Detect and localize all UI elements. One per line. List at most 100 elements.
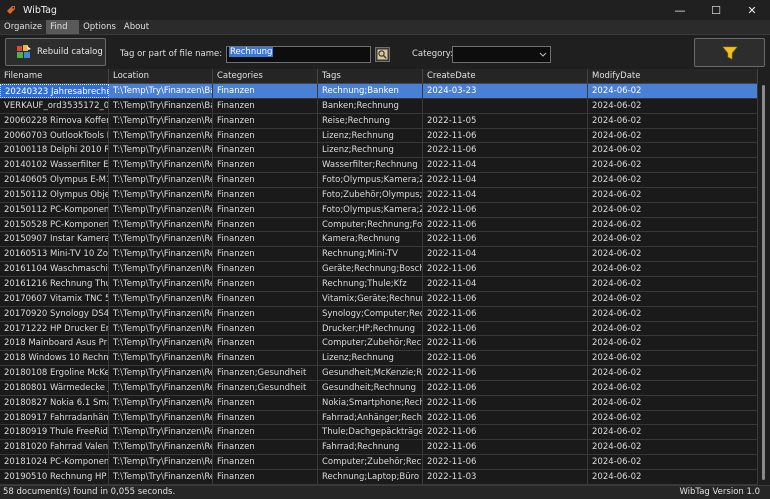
cell-tags: Foto;Olympus;Kamera;Zube	[318, 202, 423, 217]
menu-find[interactable]: Find	[46, 20, 80, 34]
cell-location: T:\Temp\Try\Finanzen\Rechi	[109, 351, 213, 366]
cell-filename: 20150907 Instar Kameras Re	[0, 232, 109, 247]
table-row[interactable]: 20150907 Instar Kameras ReT:\Temp\Try\Fi…	[0, 232, 758, 248]
cell-modifydate: 2024-06-02	[588, 351, 758, 366]
cell-categories: Finanzen	[213, 113, 318, 128]
table-row[interactable]: 20161104 Waschmaschine VT:\Temp\Try\Fina…	[0, 262, 758, 277]
menu-options[interactable]: Options	[79, 20, 120, 34]
filter-icon	[721, 46, 738, 59]
cell-location: T:\Temp\Try\Finanzen\Rechi	[109, 291, 213, 306]
cell-tags: Foto;Zubehör;Olympus;Com	[318, 187, 423, 202]
table-row[interactable]: 20180108 Ergoline McKenziT:\Temp\Try\Fin…	[0, 366, 758, 381]
table-row[interactable]: 20150112 PC-KomponenterT:\Temp\Try\Finan…	[0, 202, 758, 218]
table-row[interactable]: VERKAUF_ord3535172_001_T:\Temp\Try\Finan…	[0, 98, 758, 114]
cell-createdate: 2022-11-03	[423, 469, 588, 484]
table-row[interactable]: 20150112 Olympus ObjektivT:\Temp\Try\Fin…	[0, 187, 758, 203]
cell-categories: Finanzen	[213, 128, 318, 143]
table-row[interactable]: 20160513 Mini-TV 10 Zoll RT:\Temp\Try\Fi…	[0, 247, 758, 263]
filter-button[interactable]	[694, 38, 765, 67]
column-header-createdate[interactable]: CreateDate	[423, 69, 588, 84]
table-row[interactable]: 20171222 HP Drucker Envy IT:\Temp\Try\Fi…	[0, 321, 758, 337]
cell-filename: 20150112 Olympus Objektiv	[0, 187, 109, 202]
cell-categories: Finanzen	[213, 84, 318, 98]
cell-modifydate: 2024-06-02	[588, 173, 758, 188]
table-row[interactable]: 20240323 JahresabrechnungT:\Temp\Try\Fin…	[0, 84, 758, 99]
cell-createdate: 2022-11-06	[423, 128, 588, 143]
cell-tags: Fahrrad;Anhänger;Rechnung	[318, 410, 423, 425]
cell-modifydate: 2024-06-02	[588, 276, 758, 291]
table-row[interactable]: 2018 Windows 10 RechnungT:\Temp\Try\Fina…	[0, 351, 758, 367]
table-row[interactable]: 20180917 FahrradanhängerT:\Temp\Try\Fina…	[0, 410, 758, 426]
table-row[interactable]: 20180827 Nokia 6.1 SmartpT:\Temp\Try\Fin…	[0, 395, 758, 411]
menu-organize[interactable]: Organize	[0, 20, 46, 34]
cell-location: T:\Temp\Try\Finanzen\Rechi	[109, 366, 213, 381]
table-row[interactable]: 20190510 Rechnung HP EnvT:\Temp\Try\Fina…	[0, 469, 758, 485]
table-row[interactable]: 20180801 Wärmedecke JadiT:\Temp\Try\Fina…	[0, 380, 758, 396]
rebuild-catalog-button[interactable]: Rebuild catalog	[5, 38, 106, 66]
table-row[interactable]: 20181024 PC-KomponenterT:\Temp\Try\Finan…	[0, 455, 758, 470]
cell-createdate: 2022-11-06	[423, 321, 588, 336]
cell-filename: 20140605 Olympus E-M1 ui	[0, 173, 109, 188]
search-button[interactable]	[375, 47, 390, 62]
cell-location: T:\Temp\Try\Finanzen\Rechi	[109, 187, 213, 202]
cell-createdate: 2022-11-06	[423, 425, 588, 440]
cell-location: T:\Temp\Try\Finanzen\Rechi	[109, 321, 213, 336]
column-header-modifydate[interactable]: ModifyDate	[588, 69, 758, 84]
close-button[interactable]: ✕	[734, 0, 770, 20]
table-row[interactable]: 20140102 Wasserfilter ElemT:\Temp\Try\Fi…	[0, 158, 758, 174]
column-header-filename[interactable]: Filename	[0, 69, 109, 84]
cell-createdate: 2022-11-06	[423, 336, 588, 351]
column-header-categories[interactable]: Categories	[213, 69, 318, 84]
cell-categories: Finanzen	[213, 158, 318, 173]
table-row[interactable]: 20060703 OutlookTools RecT:\Temp\Try\Fin…	[0, 128, 758, 144]
cell-modifydate: 2024-06-02	[588, 395, 758, 410]
cell-tags: Geräte;Rechnung;Bosch	[318, 262, 423, 277]
category-label: Category:	[412, 49, 454, 59]
cell-createdate: 2022-11-04	[423, 187, 588, 202]
maximize-button[interactable]: ☐	[698, 0, 734, 20]
cell-modifydate: 2024-06-02	[588, 143, 758, 158]
vertical-scrollbar[interactable]	[758, 69, 770, 485]
column-header-tags[interactable]: Tags	[318, 69, 423, 84]
cell-location: T:\Temp\Try\Finanzen\Rechi	[109, 455, 213, 470]
cell-tags: Nokia;Smartphone;Rechnun	[318, 395, 423, 410]
table-row[interactable]: 20060228 Rimova Koffer.pdT:\Temp\Try\Fin…	[0, 113, 758, 129]
cell-categories: Finanzen	[213, 98, 318, 113]
table-row[interactable]: 20170607 Vitamix TNC 5200T:\Temp\Try\Fin…	[0, 291, 758, 307]
window-title: WibTag	[23, 4, 57, 16]
cell-tags: Rechnung;Mini-TV	[318, 247, 423, 262]
table-row[interactable]: 20150528 PC-KomponenterT:\Temp\Try\Finan…	[0, 217, 758, 233]
table-row[interactable]: 20140605 Olympus E-M1 uiT:\Temp\Try\Fina…	[0, 173, 758, 188]
find-toolbar: Rebuild catalog Tag or part of file name…	[0, 34, 770, 69]
table-row[interactable]: 20170920 Synology DS418jT:\Temp\Try\Fina…	[0, 306, 758, 322]
table-row[interactable]: 20181020 Fahrrad Valentin FT:\Temp\Try\F…	[0, 440, 758, 456]
cell-tags: Vitamix;Geräte;Rechnung	[318, 291, 423, 306]
cell-categories: Finanzen	[213, 425, 318, 440]
cell-location: T:\Temp\Try\Finanzen\Rechi	[109, 232, 213, 247]
menu-about[interactable]: About	[120, 20, 153, 34]
results-table: Filename Location Categories Tags Create…	[0, 69, 770, 485]
result-count: 58 document(s) found in 0,055 seconds.	[3, 487, 176, 497]
category-select[interactable]	[452, 46, 551, 63]
cell-createdate: 2024-03-23	[423, 84, 588, 98]
table-body: 20240323 JahresabrechnungT:\Temp\Try\Fin…	[0, 84, 758, 485]
table-row[interactable]: 20100118 Delphi 2010 RechT:\Temp\Try\Fin…	[0, 143, 758, 159]
cell-filename: 20180917 Fahrradanhänger	[0, 410, 109, 425]
window-controls: — ☐ ✕	[662, 0, 770, 20]
cell-createdate: 2022-11-06	[423, 217, 588, 232]
cell-location: T:\Temp\Try\Finanzen\Rechi	[109, 410, 213, 425]
minimize-button[interactable]: —	[662, 0, 698, 20]
cell-tags: Rechnung;Laptop;Büro	[318, 469, 423, 484]
cell-categories: Finanzen	[213, 455, 318, 470]
cell-tags: Banken;Rechnung	[318, 98, 423, 113]
search-input[interactable]: Rechnung	[226, 46, 371, 63]
column-header-location[interactable]: Location	[109, 69, 213, 84]
cell-tags: Computer;Rechnung;Foto;Zu	[318, 217, 423, 232]
cell-createdate	[423, 98, 588, 113]
cell-createdate: 2022-11-06	[423, 306, 588, 321]
table-row[interactable]: 2018 Mainboard Asus PrimeT:\Temp\Try\Fin…	[0, 336, 758, 352]
table-row[interactable]: 20180919 Thule FreeRide53T:\Temp\Try\Fin…	[0, 425, 758, 441]
scrollbar-thumb[interactable]	[762, 85, 765, 480]
table-row[interactable]: 20161216 Rechnung Thule ST:\Temp\Try\Fin…	[0, 276, 758, 292]
cell-categories: Finanzen	[213, 262, 318, 277]
